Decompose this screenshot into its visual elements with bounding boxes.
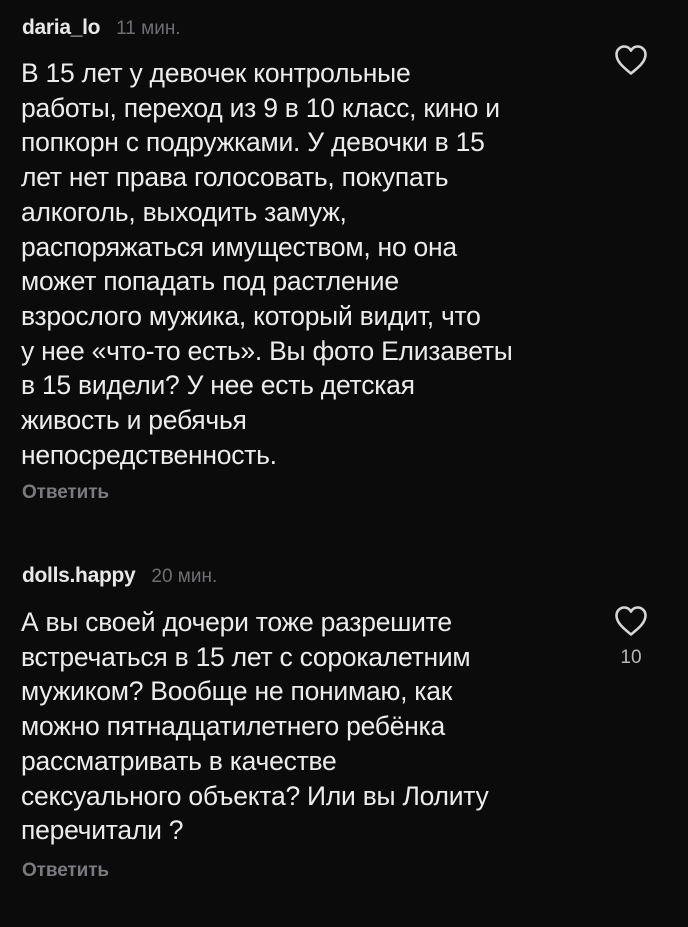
comment-text-line: может попадать под растление <box>21 266 399 297</box>
like-button[interactable] <box>611 40 651 80</box>
comment-text-line: попкорн с подружками. У девочки в 15 <box>21 127 485 158</box>
comment-text-line: А вы своей дочери тоже разрешите <box>21 607 452 637</box>
comment-text-line: перечитали ? <box>21 815 184 846</box>
comment-text-line: алкоголь, выходить замуж, <box>21 196 347 227</box>
comment-text-line: в 15 видели? У нее есть детская <box>21 370 415 401</box>
comment-text-line: мужиком? Вообще не понимаю, как <box>21 676 453 707</box>
comment-text-line: работы, переход из 9 в 10 класс, кино и <box>21 92 500 123</box>
comment-text-line: встречаться в 15 лет с сорокалетним <box>21 641 471 672</box>
comment-time: 20 мин. <box>151 566 218 587</box>
comment-text-line: непосредственность. <box>21 439 277 470</box>
heart-outline-icon <box>615 606 647 636</box>
comments-feed: daria_lo 11 мин. В 15 лет у девочек конт… <box>0 0 688 927</box>
heart-outline-icon <box>615 45 647 75</box>
like-button[interactable] <box>611 601 651 641</box>
comment-text-line: распоряжаться имуществом, но она <box>21 231 457 262</box>
comment-username[interactable]: dolls.happy <box>22 564 136 588</box>
reply-button[interactable]: Ответить <box>22 482 109 504</box>
comment-time: 11 мин. <box>116 18 181 39</box>
comment-text-line: сексуального объекта? Или вы Лолиту <box>21 780 489 811</box>
like-count: 10 <box>620 647 642 668</box>
reply-button[interactable]: Ответить <box>22 860 109 882</box>
comment-text-line: живость и ребячья <box>21 405 247 436</box>
comment-text-line: лет нет права голосовать, покупать <box>21 162 449 193</box>
comment-meta: dolls.happy 20 мин. <box>22 564 217 600</box>
comment-text-line: можно пятнадцатилетнего ребёнка <box>21 711 445 742</box>
comment-text-line: у нее «что-то есть». Вы фото Елизаветы <box>21 335 513 366</box>
comment-username[interactable]: daria_lo <box>22 16 100 40</box>
comment-text-line: В 15 лет у девочек контрольные <box>21 58 411 88</box>
comment-text-line: рассматривать в качестве <box>21 745 337 776</box>
comment-meta: daria_lo 11 мин. <box>22 16 181 52</box>
comment-text: В 15 лет у девочек контрольные работы, п… <box>21 56 581 472</box>
comment-text: А вы своей дочери тоже разрешите встреча… <box>21 605 581 848</box>
comment-text-line: взрослого мужика, который видит, что <box>21 300 481 331</box>
